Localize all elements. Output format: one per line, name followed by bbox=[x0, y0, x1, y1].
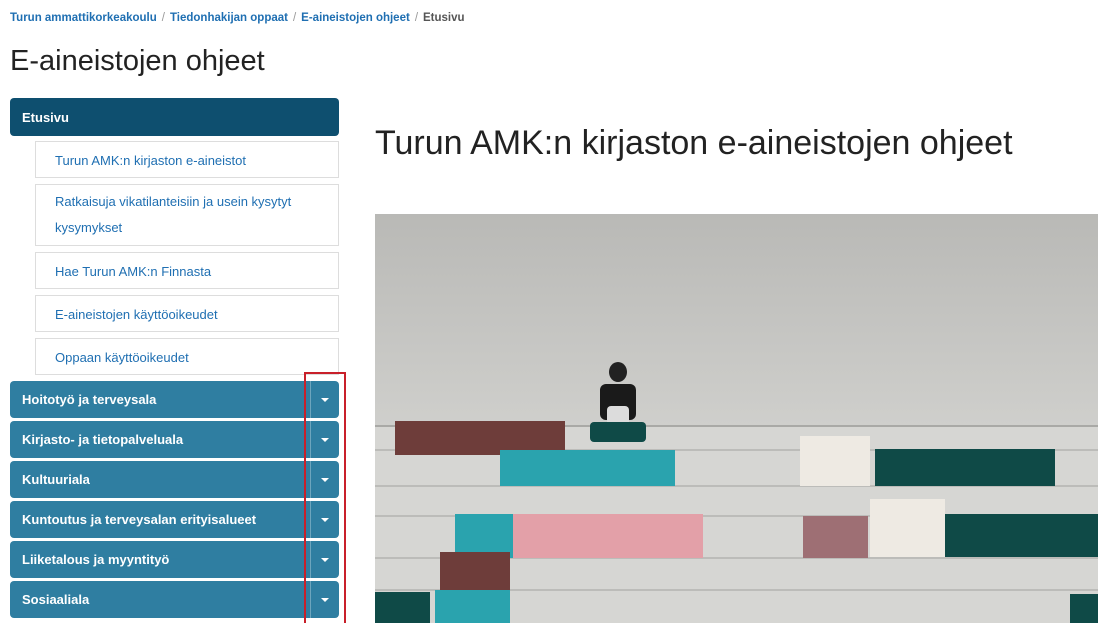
sidebar-section-label: Liiketalous ja myyntityö bbox=[22, 552, 170, 567]
page-title: E-aineistojen ohjeet bbox=[10, 45, 265, 77]
sidebar-section-nursing[interactable]: Hoitotyö ja terveysala bbox=[10, 381, 339, 418]
sidebar-section-label: Hoitotyö ja terveysala bbox=[22, 392, 157, 407]
sidebar-section-social[interactable]: Sosiaaliala bbox=[10, 581, 339, 618]
hero-image bbox=[375, 214, 1098, 623]
breadcrumb-separator: / bbox=[292, 12, 297, 24]
breadcrumb-link-e-resources[interactable]: E-aineistojen ohjeet bbox=[301, 12, 410, 24]
sidebar-section-business[interactable]: Liiketalous ja myyntityö bbox=[10, 541, 339, 578]
breadcrumb-link-guides[interactable]: Tiedonhakijan oppaat bbox=[170, 12, 288, 24]
sidebar-section-label: Sosiaaliala bbox=[22, 592, 90, 607]
breadcrumb-current: Etusivu bbox=[423, 12, 465, 24]
sidebar-section-rehabilitation[interactable]: Kuntoutus ja terveysalan erityisalueet bbox=[10, 501, 339, 538]
sidebar-section-label: Kuntoutus ja terveysalan erityisalueet bbox=[22, 512, 257, 527]
sidebar-section-label: Kirjasto- ja tietopalveluala bbox=[22, 432, 184, 447]
sidebar-sub-item-troubleshooting[interactable]: Ratkaisuja vikatilanteisiin ja usein kys… bbox=[35, 184, 339, 246]
sidebar-section-label: Kultuuriala bbox=[22, 472, 90, 487]
sidebar-sub-item-usage-rights[interactable]: E-aineistojen käyttöoikeudet bbox=[35, 295, 339, 332]
breadcrumb: Turun ammattikorkeakoulu / Tiedonhakijan o… bbox=[10, 12, 465, 24]
breadcrumb-separator: / bbox=[161, 12, 165, 24]
sidebar-item-home[interactable]: Etusivu bbox=[10, 98, 339, 136]
main-heading: Turun AMK:n kirjaston e-aineistojen ohje… bbox=[375, 124, 1013, 162]
breadcrumb-link-turku-amk[interactable]: Turun ammattikorkeakoulu bbox=[10, 12, 157, 24]
sidebar-sub-list: Turun AMK:n kirjaston e-aineistot Ratkai… bbox=[35, 141, 339, 375]
sidebar-sub-item-e-resources[interactable]: Turun AMK:n kirjaston e-aineistot bbox=[35, 141, 339, 178]
sidebar-sub-item-finna-search[interactable]: Hae Turun AMK:n Finnasta bbox=[35, 252, 339, 289]
sidebar-section-culture[interactable]: Kultuuriala bbox=[10, 461, 339, 498]
hero-image-graphic bbox=[375, 214, 1098, 623]
breadcrumb-separator: / bbox=[414, 12, 419, 24]
sidebar-sub-item-guide-rights[interactable]: Oppaan käyttöoikeudet bbox=[35, 338, 339, 375]
sidebar-section-library[interactable]: Kirjasto- ja tietopalveluala bbox=[10, 421, 339, 458]
sidebar-nav: Etusivu Turun AMK:n kirjaston e-aineisto… bbox=[10, 98, 339, 621]
highlight-annotation-box bbox=[304, 372, 346, 623]
